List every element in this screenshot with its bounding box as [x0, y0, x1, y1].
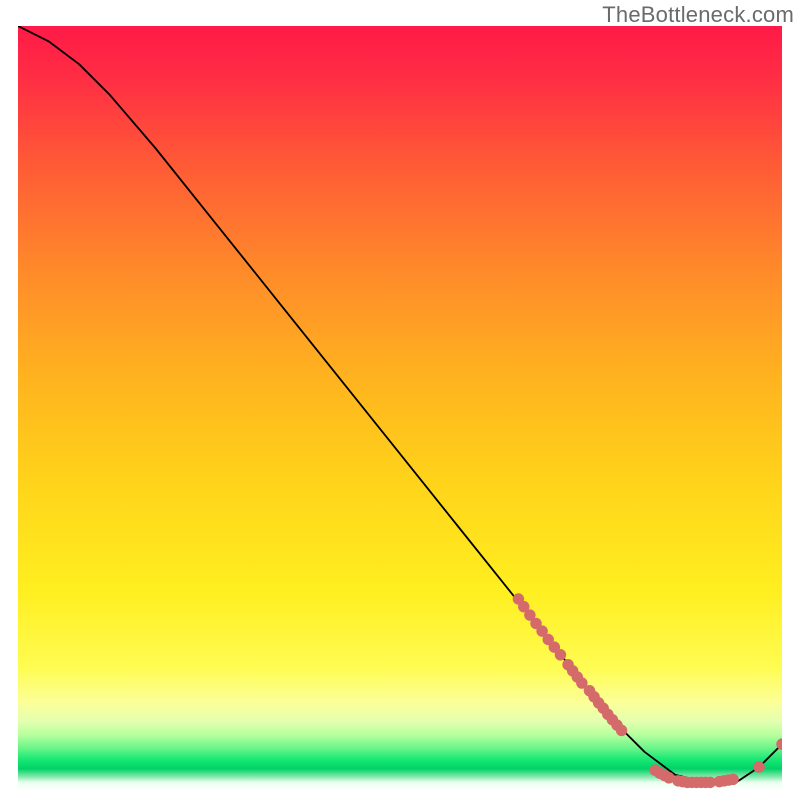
marker-dot	[555, 649, 566, 660]
marker-dot	[616, 725, 627, 736]
marker-dot	[727, 774, 738, 785]
watermark-text: TheBottleneck.com	[602, 2, 794, 28]
chart-stage: TheBottleneck.com	[0, 0, 800, 800]
marker-dot	[753, 761, 764, 772]
chart-background	[18, 26, 782, 790]
bottleneck-chart	[18, 26, 782, 790]
chart-svg	[18, 26, 782, 790]
